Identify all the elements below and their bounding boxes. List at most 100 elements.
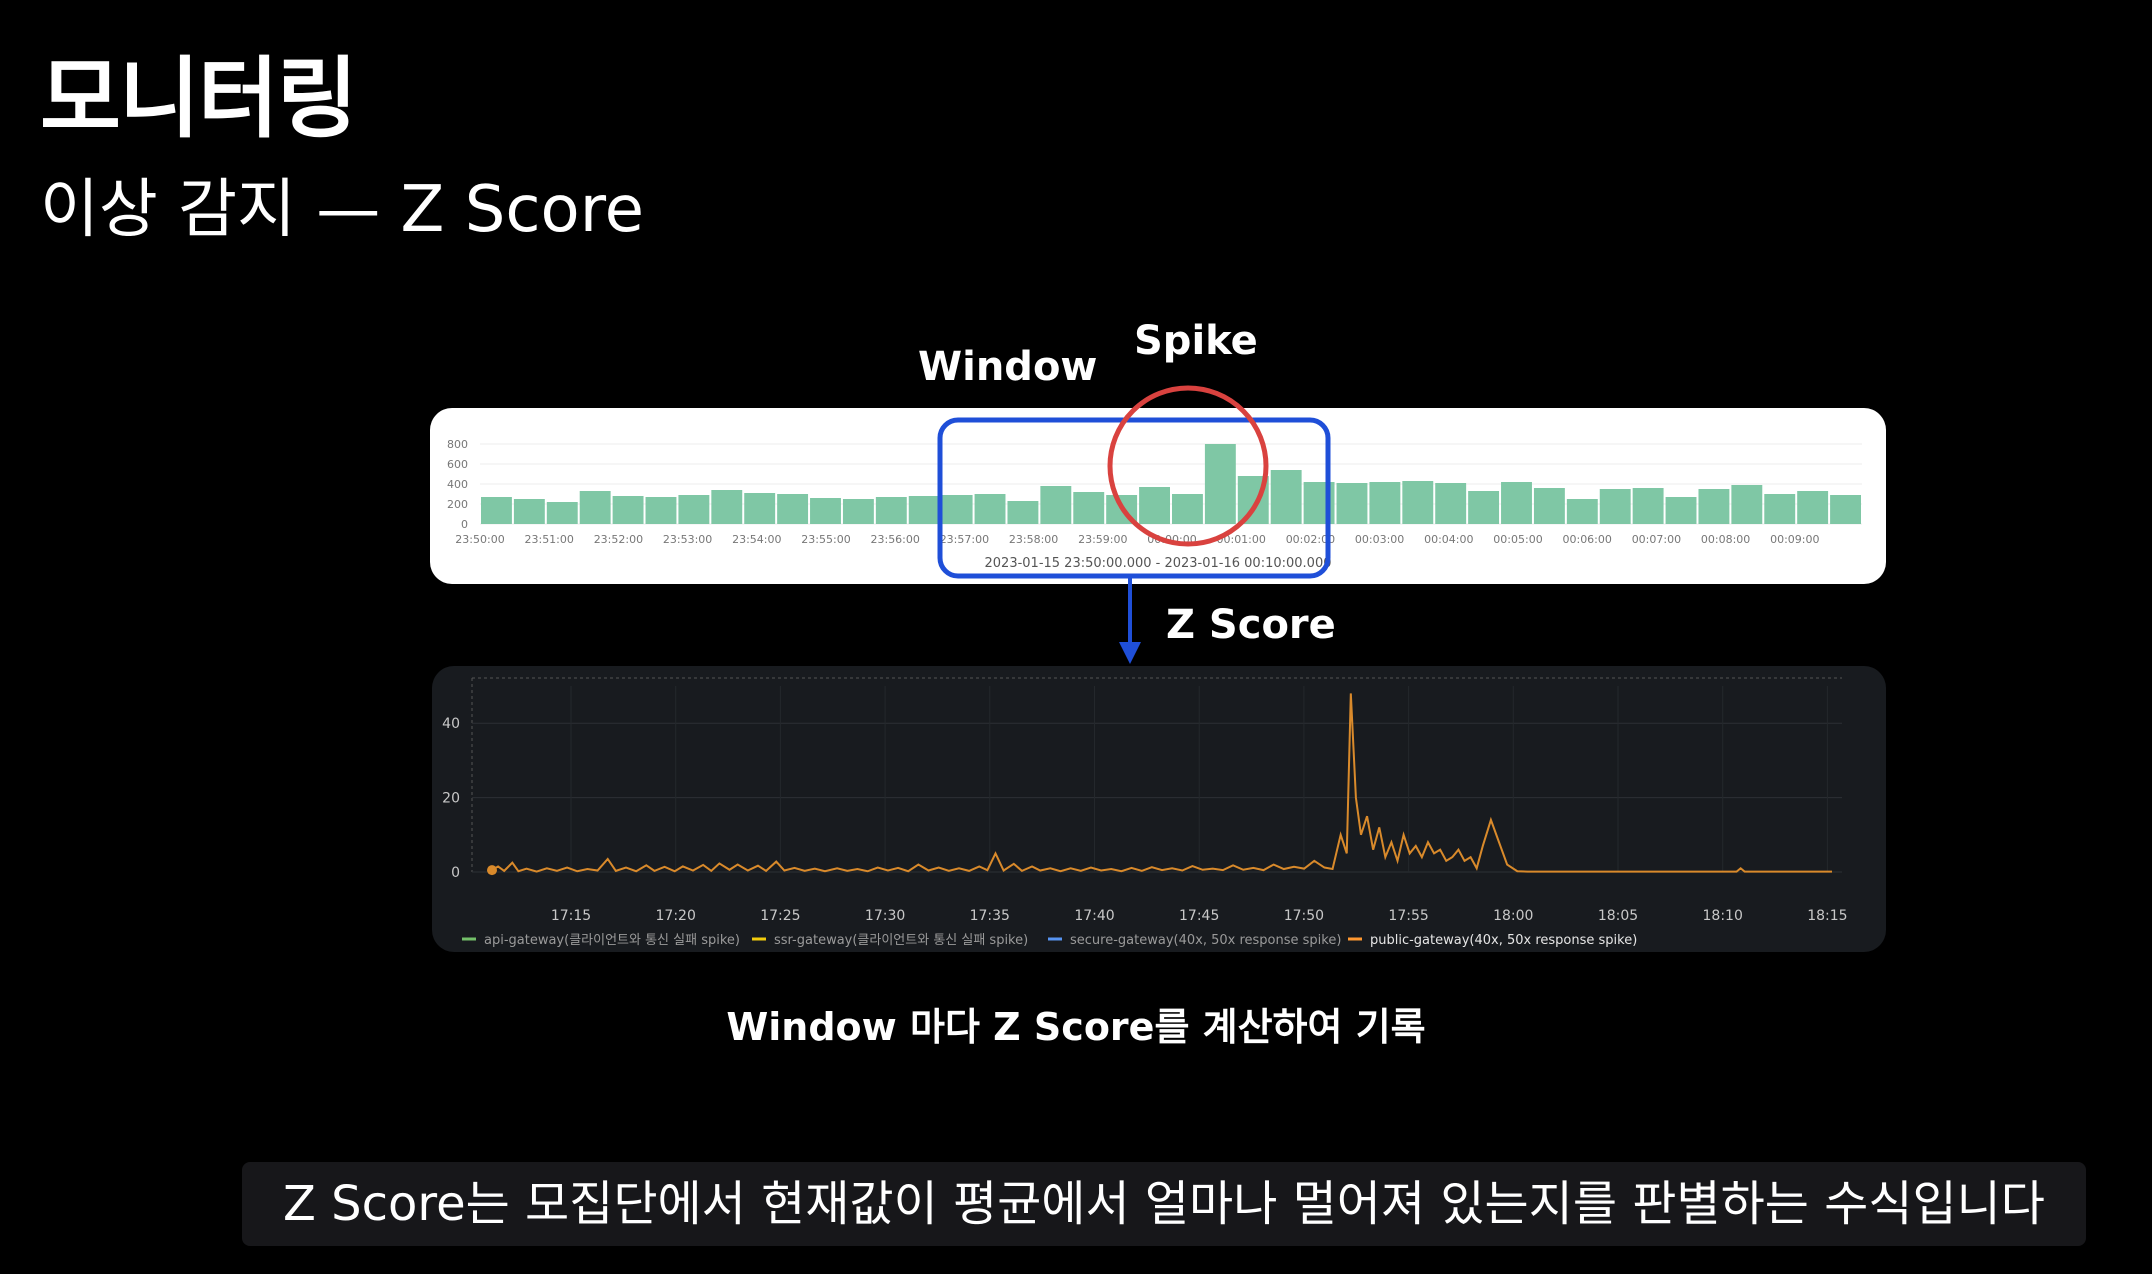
hist-bar [481, 497, 512, 524]
hist-bar [645, 497, 677, 524]
hist-bar [875, 497, 907, 524]
hist-xtick: 23:59:00 [1078, 533, 1127, 546]
hist-ytick: 600 [447, 458, 468, 471]
hist-xtick: 23:50:00 [455, 533, 504, 546]
histogram-panel: 800 600 400 200 0 23:50:00 23:51:00 23:52:00 23:… [430, 408, 1886, 584]
hist-ytick: 0 [461, 518, 468, 531]
zscore-panel: 40 20 0 17:15 17:20 17:25 17:30 17:35 17:40 17:45… [432, 666, 1886, 952]
hist-bar [1106, 495, 1138, 524]
hist-bar [1402, 481, 1434, 524]
hist-bar [744, 493, 776, 524]
hist-bar [1830, 495, 1861, 524]
zscore-xtick: 18:10 [1703, 908, 1743, 924]
hist-xtick: 23:55:00 [801, 533, 850, 546]
hist-bar [1566, 499, 1598, 524]
hist-ytick: 400 [447, 478, 468, 491]
hist-bar [974, 494, 1006, 524]
hist-xtick: 23:53:00 [663, 533, 712, 546]
hist-bar [1369, 482, 1401, 524]
zscore-xtick: 17:25 [760, 908, 800, 924]
zscore-series-line [491, 693, 1832, 873]
hist-xtick: 23:52:00 [594, 533, 643, 546]
hist-xtick: 00:01:00 [1216, 533, 1265, 546]
zscore-xtick: 17:55 [1388, 908, 1428, 924]
hist-bar [1797, 491, 1829, 524]
hist-bar [1040, 486, 1072, 524]
zscore-series-start-point [487, 865, 497, 876]
hist-bar [1632, 488, 1664, 524]
hist-xtick: 00:02:00 [1286, 533, 1335, 546]
histogram-chart: 800 600 400 200 0 23:50:00 23:51:00 23:52:00 23:… [447, 438, 1862, 571]
hist-bar [579, 491, 611, 524]
hist-bar [941, 495, 973, 524]
legend-item: public-gateway(40x, 50x response spike) [1370, 933, 1637, 948]
caption: Window 마다 Z Score를 계산하여 기록 [726, 1005, 1426, 1049]
hist-bar [1764, 494, 1796, 524]
legend-item: ssr-gateway(클라이언트와 통신 실패 spike) [774, 933, 1028, 948]
hist-xtick: 00:04:00 [1424, 533, 1473, 546]
hist-bar [1172, 494, 1203, 524]
hist-ytick: 800 [447, 438, 468, 451]
zscore-xtick: 17:15 [551, 908, 591, 924]
hist-bar [1237, 476, 1269, 524]
hist-bar [1533, 488, 1565, 524]
zscore-xtick: 18:00 [1493, 908, 1533, 924]
zscore-ytick: 40 [442, 716, 460, 732]
legend-item: secure-gateway(40x, 50x response spike) [1070, 933, 1341, 948]
slide-subtitle: 이상 감지 — Z Score [40, 173, 644, 247]
hist-xtick: 00:07:00 [1632, 533, 1681, 546]
slide-title: 모니터링 [40, 47, 358, 150]
hist-bar [1468, 491, 1500, 524]
hist-bar [1336, 483, 1368, 524]
spike-label: Spike [1134, 318, 1258, 364]
zscore-ytick: 0 [451, 865, 460, 881]
hist-bar [1599, 489, 1631, 524]
hist-xtick: 23:57:00 [940, 533, 989, 546]
zscore-xtick: 18:05 [1598, 908, 1638, 924]
zscore-ytick: 20 [442, 791, 460, 807]
hist-bar [711, 490, 743, 524]
hist-xlabel: 2023-01-15 23:50:00.000 - 2023-01-16 00:… [985, 556, 1332, 571]
zscore-xtick: 17:35 [970, 908, 1010, 924]
hist-xtick: 00:03:00 [1355, 533, 1404, 546]
hist-xtick: 00:08:00 [1701, 533, 1750, 546]
hist-bar [1698, 489, 1730, 524]
zscore-line-chart: 40 20 0 17:15 17:20 17:25 17:30 17:35 17:40 17:45… [442, 677, 1848, 948]
hist-xtick: 23:54:00 [732, 533, 781, 546]
hist-ytick: 200 [447, 498, 468, 511]
hist-xtick: 00:06:00 [1562, 533, 1611, 546]
hist-bar [1501, 482, 1532, 524]
hist-xtick: 00:09:00 [1770, 533, 1819, 546]
hist-xtick: 23:51:00 [524, 533, 573, 546]
zscore-xtick: 17:30 [865, 908, 905, 924]
hist-bar [678, 495, 710, 524]
window-label: Window [918, 344, 1098, 390]
hist-xtick: 23:58:00 [1009, 533, 1058, 546]
hist-bar [1204, 444, 1236, 524]
hist-bar [1435, 483, 1467, 524]
hist-bar [513, 499, 545, 524]
subtitle-bar-text: Z Score는 모집단에서 현재값이 평균에서 얼마나 멀어져 있는지를 판별… [283, 1176, 2045, 1232]
hist-bar [612, 496, 644, 524]
zscore-xtick: 17:40 [1074, 908, 1114, 924]
hist-bar [546, 502, 578, 524]
hist-xtick: 23:56:00 [870, 533, 919, 546]
hist-xtick: 00:00:00 [1147, 533, 1196, 546]
hist-bar [777, 494, 809, 524]
legend-item: api-gateway(클라이언트와 통신 실패 spike) [484, 933, 740, 948]
hist-bar [1665, 497, 1697, 524]
subtitle-bar: Z Score는 모집단에서 현재값이 평균에서 얼마나 멀어져 있는지를 판별… [242, 1162, 2086, 1246]
window-arrow-head [1119, 642, 1141, 664]
hist-bar [1139, 487, 1170, 524]
hist-bar [1303, 482, 1335, 524]
hist-bar [1007, 501, 1039, 524]
zscore-label: Z Score [1166, 602, 1336, 648]
hist-bar [1731, 485, 1763, 524]
hist-bar [842, 499, 874, 524]
hist-xtick: 00:05:00 [1493, 533, 1542, 546]
hist-bar [1073, 492, 1105, 524]
zscore-xtick: 17:50 [1284, 908, 1324, 924]
hist-bar [810, 498, 841, 524]
zscore-xtick: 17:20 [656, 908, 696, 924]
hist-bar [1270, 470, 1302, 524]
